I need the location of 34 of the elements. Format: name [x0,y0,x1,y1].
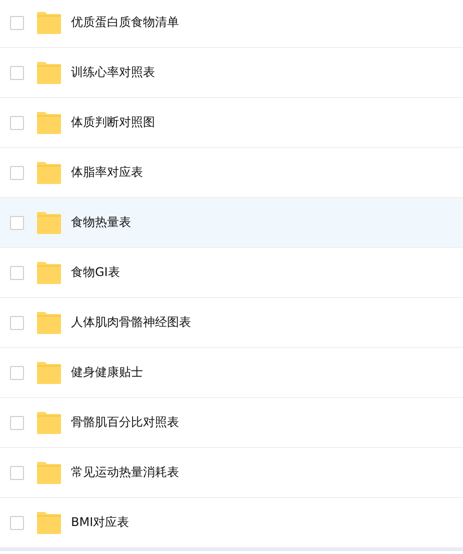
folder-icon [37,12,61,34]
folder-icon [37,212,61,234]
folder-name: 体质判断对照图 [71,114,155,131]
folder-name: 骨骼肌百分比对照表 [71,414,179,431]
folder-name: 常见运动热量消耗表 [71,464,179,481]
checkbox[interactable] [10,516,24,530]
folder-icon [37,162,61,184]
folder-name: 健身健康贴士 [71,364,143,381]
folder-icon [37,62,61,84]
checkbox[interactable] [10,166,24,180]
checkbox[interactable] [10,66,24,80]
checkbox[interactable] [10,366,24,380]
folder-icon [37,112,61,134]
folder-name: 食物GI表 [71,264,120,281]
folder-icon [37,462,61,484]
folder-icon [37,262,61,284]
checkbox[interactable] [10,16,24,30]
checkbox[interactable] [10,316,24,330]
folder-icon [37,362,61,384]
folder-name: 人体肌肉骨骼神经图表 [71,314,191,331]
folder-name: 食物热量表 [71,214,131,231]
checkbox[interactable] [10,416,24,430]
folder-name: 优质蛋白质食物清单 [71,14,179,31]
checkbox[interactable] [10,216,24,230]
folder-name: 训练心率对照表 [71,64,155,81]
folder-row[interactable]: 食物热量表 [0,198,463,248]
checkbox[interactable] [10,116,24,130]
checkbox[interactable] [10,266,24,280]
folder-icon [37,512,61,534]
folder-icon [37,412,61,434]
folder-name: BMI对应表 [71,514,130,531]
checkbox[interactable] [10,466,24,480]
folder-name: 体脂率对应表 [71,164,143,181]
folder-icon [37,312,61,334]
